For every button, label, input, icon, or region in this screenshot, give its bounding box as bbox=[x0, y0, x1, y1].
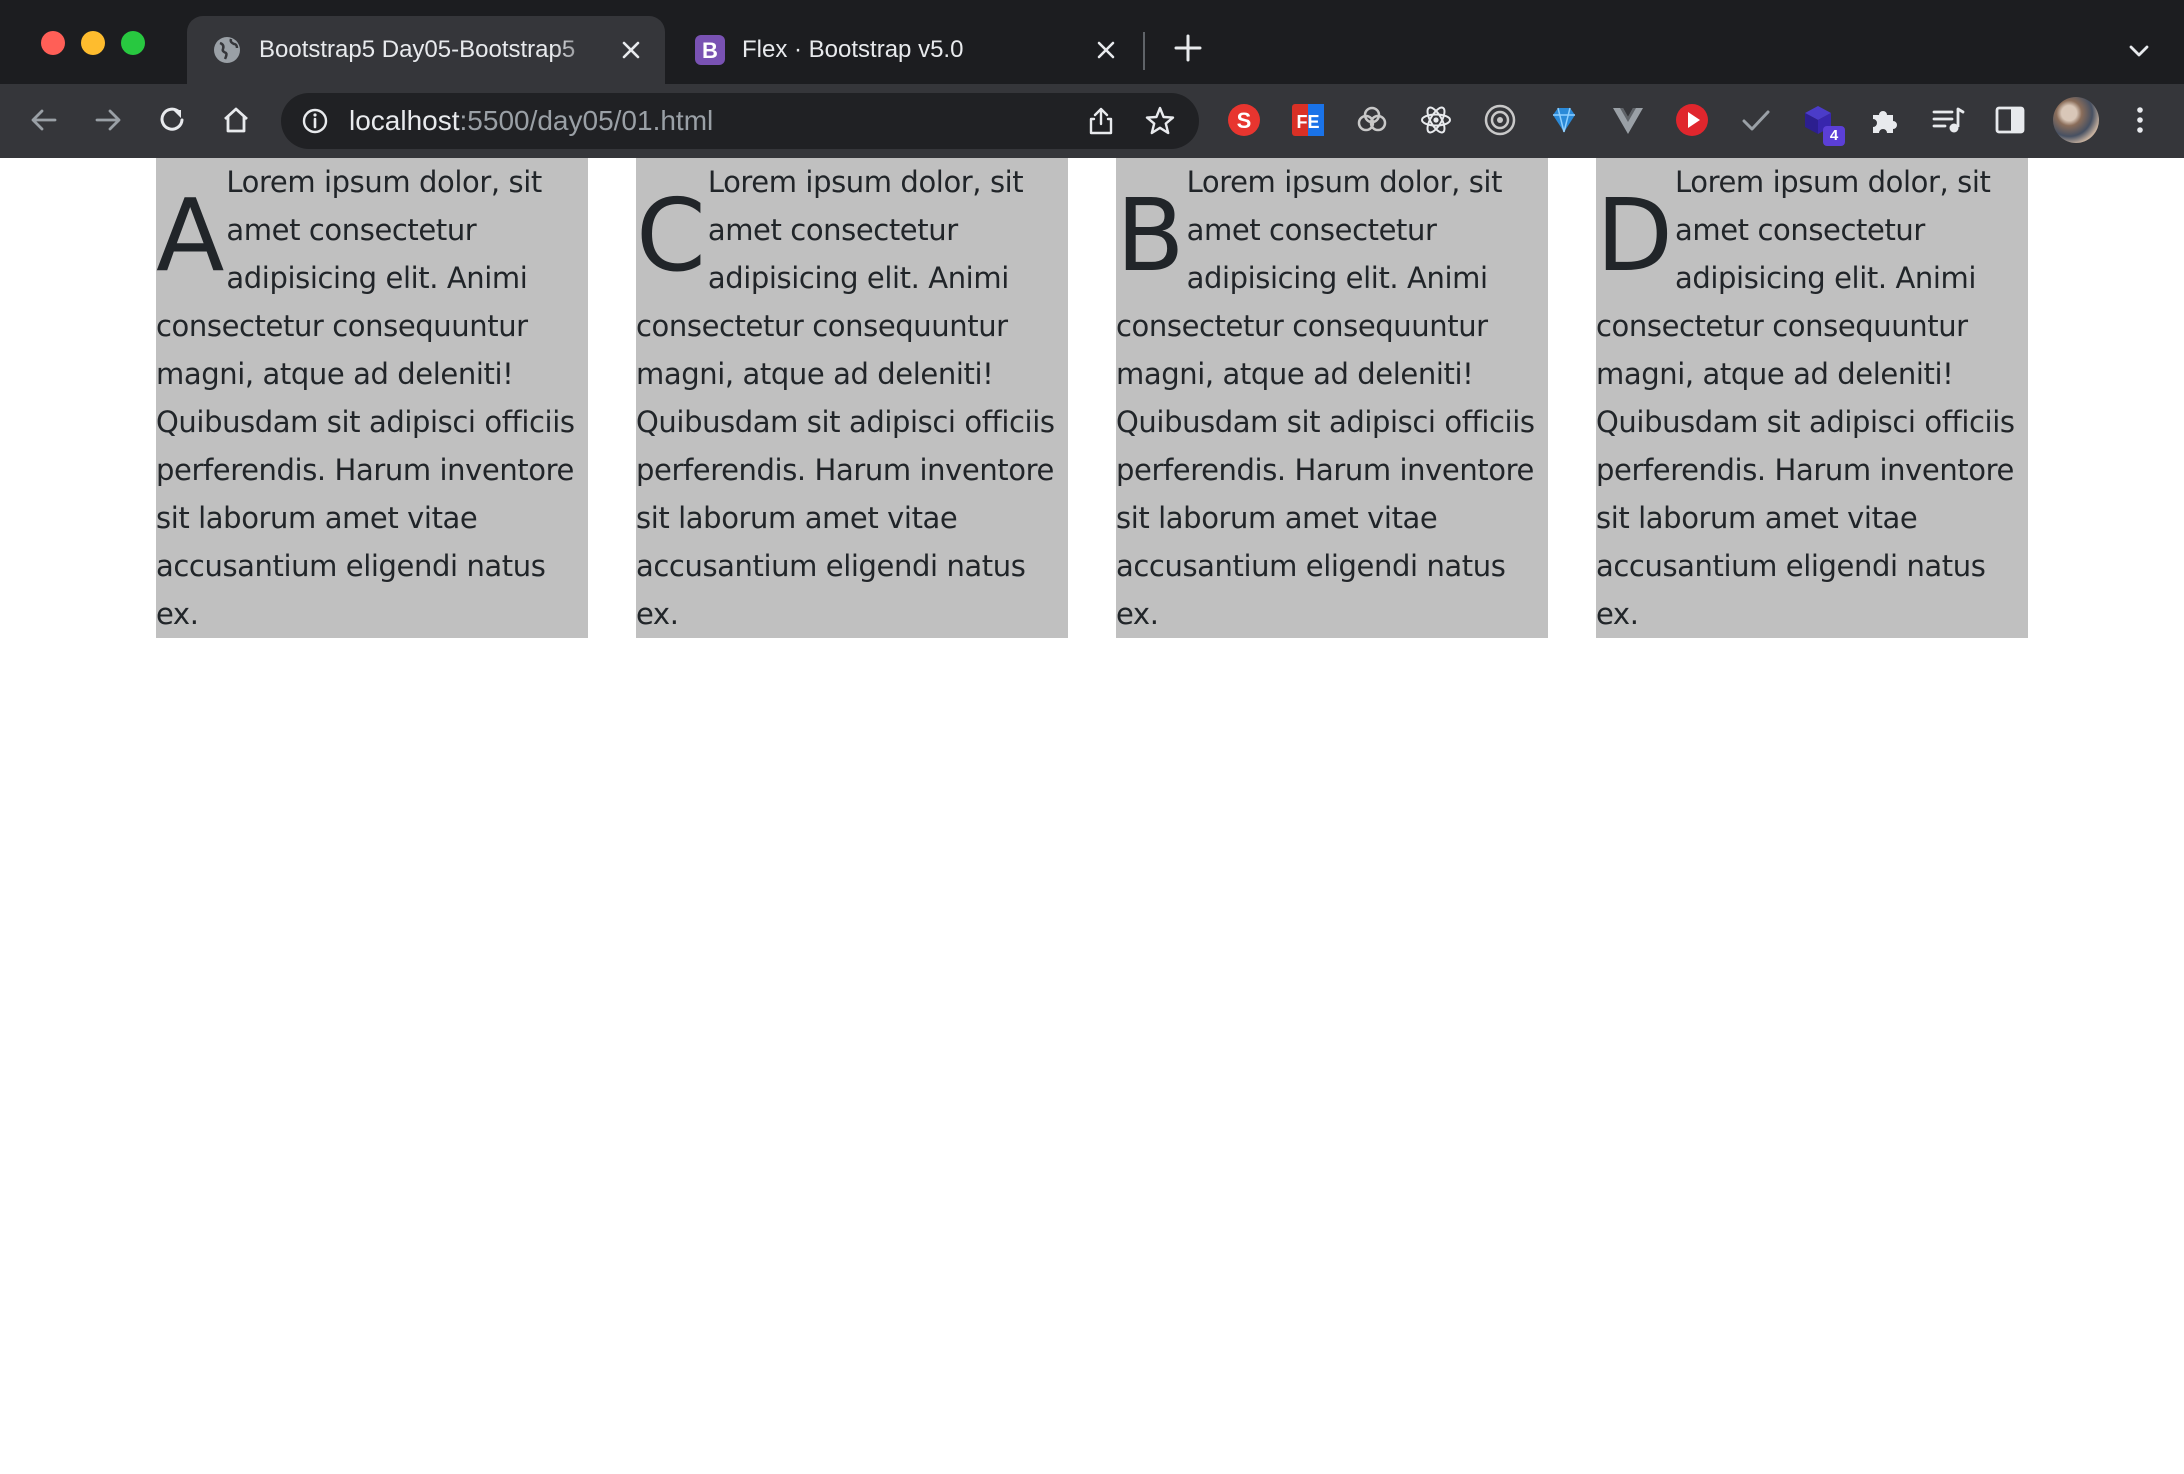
chevron-down-icon[interactable] bbox=[2124, 36, 2154, 66]
tab-bootstrap5-day05[interactable]: Bootstrap5 Day05-Bootstrap5 bbox=[187, 16, 665, 84]
diamond-extension-icon[interactable] bbox=[1547, 103, 1581, 137]
tab-separator bbox=[1143, 32, 1145, 70]
vue-devtools-icon[interactable] bbox=[1611, 103, 1645, 137]
more-menu-icon[interactable] bbox=[2123, 103, 2157, 137]
text-card: C Lorem ipsum dolor, sit amet consectetu… bbox=[636, 158, 1068, 638]
text-card: B Lorem ipsum dolor, sit amet consectetu… bbox=[1116, 158, 1548, 638]
drop-cap: A bbox=[156, 177, 225, 294]
address-bar[interactable]: localhost:5500/day05/01.html bbox=[281, 93, 1199, 149]
back-arrow-icon[interactable] bbox=[25, 101, 63, 139]
url-text[interactable]: localhost:5500/day05/01.html bbox=[349, 93, 713, 149]
svg-text:B: B bbox=[702, 38, 718, 63]
media-control-icon[interactable] bbox=[1931, 103, 1965, 137]
extension-badge: 4 bbox=[1823, 126, 1845, 146]
target-extension-icon[interactable] bbox=[1483, 103, 1517, 137]
url-path: :5500/day05/01.html bbox=[459, 105, 714, 136]
bookmark-star-icon[interactable] bbox=[1143, 104, 1177, 138]
minimize-window-button[interactable] bbox=[81, 31, 105, 55]
close-tab-icon[interactable] bbox=[1090, 34, 1122, 66]
s-extension-icon[interactable]: S bbox=[1227, 103, 1261, 137]
profile-avatar[interactable] bbox=[2053, 97, 2099, 143]
close-window-button[interactable] bbox=[41, 31, 65, 55]
drop-cap: B bbox=[1116, 177, 1185, 294]
svg-text:S: S bbox=[1237, 108, 1252, 133]
bootstrap-icon: B bbox=[695, 35, 725, 65]
reload-icon[interactable] bbox=[153, 101, 191, 139]
globe-icon bbox=[214, 37, 240, 63]
close-tab-icon[interactable] bbox=[615, 34, 647, 66]
text-card: A Lorem ipsum dolor, sit amet consectetu… bbox=[156, 158, 588, 638]
fe-extension-icon[interactable]: FE bbox=[1291, 103, 1325, 137]
tab-flex-bootstrap[interactable]: B Flex · Bootstrap v5.0 bbox=[670, 16, 1140, 84]
text-card: D Lorem ipsum dolor, sit amet consectetu… bbox=[1596, 158, 2028, 638]
home-icon[interactable] bbox=[217, 101, 255, 139]
url-host: localhost bbox=[349, 105, 460, 136]
browser-titlebar: Bootstrap5 Day05-Bootstrap5 B Flex · Boo… bbox=[0, 0, 2184, 84]
share-icon[interactable] bbox=[1085, 105, 1117, 137]
new-tab-plus-icon[interactable] bbox=[1171, 31, 1205, 65]
react-devtools-icon[interactable] bbox=[1419, 103, 1453, 137]
tab-title: Flex · Bootstrap v5.0 bbox=[742, 36, 964, 63]
play-extension-icon[interactable] bbox=[1675, 103, 1709, 137]
paw-extension-icon[interactable] bbox=[1355, 103, 1389, 137]
check-extension-icon[interactable] bbox=[1739, 103, 1773, 137]
drop-cap: C bbox=[636, 177, 706, 294]
drop-cap: D bbox=[1596, 177, 1674, 294]
forward-arrow-icon[interactable] bbox=[89, 101, 127, 139]
tab-title: Bootstrap5 Day05-Bootstrap5 bbox=[259, 36, 576, 63]
page-content: A Lorem ipsum dolor, sit amet consectetu… bbox=[0, 158, 2184, 1474]
side-panel-icon[interactable] bbox=[1993, 103, 2027, 137]
puzzle-extensions-icon[interactable] bbox=[1867, 103, 1901, 137]
zoom-window-button[interactable] bbox=[121, 31, 145, 55]
svg-text:FE: FE bbox=[1296, 112, 1319, 132]
site-info-icon[interactable] bbox=[301, 107, 329, 135]
